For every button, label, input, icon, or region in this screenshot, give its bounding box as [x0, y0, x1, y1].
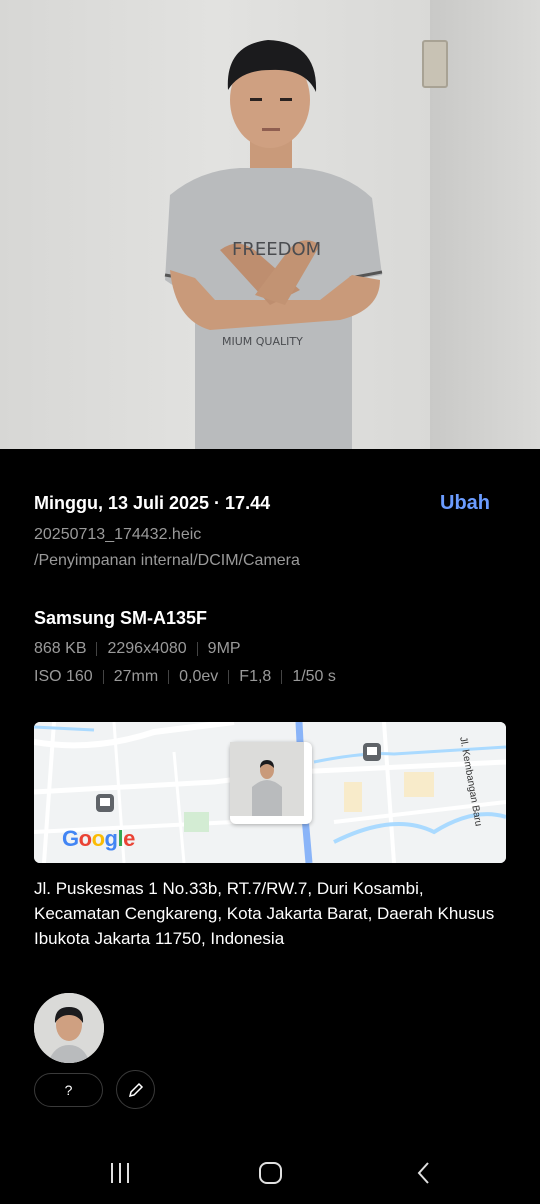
- pencil-icon: [128, 1082, 143, 1097]
- wall-socket: [422, 40, 448, 88]
- exposure-value: 0,0ev: [179, 668, 219, 685]
- back-icon: [417, 1162, 429, 1184]
- divider: [228, 670, 230, 684]
- date-time: Minggu, 13 Juli 2025 · 17.44: [34, 493, 271, 513]
- focal-length: 27mm: [113, 668, 159, 685]
- google-logo: Google: [62, 826, 135, 851]
- face-image: [34, 993, 104, 1063]
- edit-details-button[interactable]: Ubah: [440, 492, 490, 515]
- location-address: Jl. Puskesmas 1 No.33b, RT.7/RW.7, Duri …: [34, 879, 495, 948]
- megapixels: 9MP: [207, 640, 241, 657]
- face-thumbnail[interactable]: [34, 993, 104, 1063]
- recents-button[interactable]: [100, 1158, 140, 1188]
- edit-people-button[interactable]: [116, 1070, 155, 1109]
- file-specs-row: 868 KB 2296x4080 9MP: [34, 635, 514, 663]
- map-photo-pin[interactable]: [230, 742, 312, 824]
- camera-specs-row: ISO 160 27mm 0,0ev F1,8 1/50 s: [34, 663, 514, 691]
- divider: [168, 670, 170, 684]
- tag-person-button[interactable]: ?: [34, 1073, 103, 1107]
- divider: [96, 642, 98, 656]
- photo-preview[interactable]: FREEDOM MIUM QUALITY: [0, 0, 540, 449]
- home-icon: [259, 1162, 282, 1184]
- home-button[interactable]: [251, 1158, 291, 1188]
- file-name: 20250713_174432.heic: [34, 526, 202, 543]
- recents-icon: [111, 1163, 129, 1183]
- resolution: 2296x4080: [107, 640, 187, 657]
- device-section: Samsung SM-A135F 868 KB 2296x4080 9MP IS…: [34, 608, 514, 691]
- aperture: F1,8: [239, 668, 272, 685]
- shutter-speed: 1/50 s: [292, 668, 336, 685]
- pin-thumbnail: [230, 742, 304, 816]
- iso: ISO 160: [34, 668, 93, 685]
- divider: [196, 642, 198, 656]
- svg-text:FREEDOM: FREEDOM: [232, 239, 321, 260]
- back-button[interactable]: [404, 1158, 444, 1188]
- svg-text:MIUM QUALITY: MIUM QUALITY: [222, 335, 303, 348]
- file-size: 868 KB: [34, 640, 87, 657]
- details-section: Minggu, 13 Juli 2025 · 17.44 Ubah 202507…: [34, 492, 506, 574]
- divider: [281, 670, 283, 684]
- location-map[interactable]: Jl. Kembangan Baru Google: [34, 722, 506, 863]
- divider: [102, 670, 104, 684]
- file-path: /Penyimpanan internal/DCIM/Camera: [34, 552, 300, 569]
- system-nav-bar: [0, 1140, 540, 1204]
- device-name: Samsung SM-A135F: [34, 608, 208, 628]
